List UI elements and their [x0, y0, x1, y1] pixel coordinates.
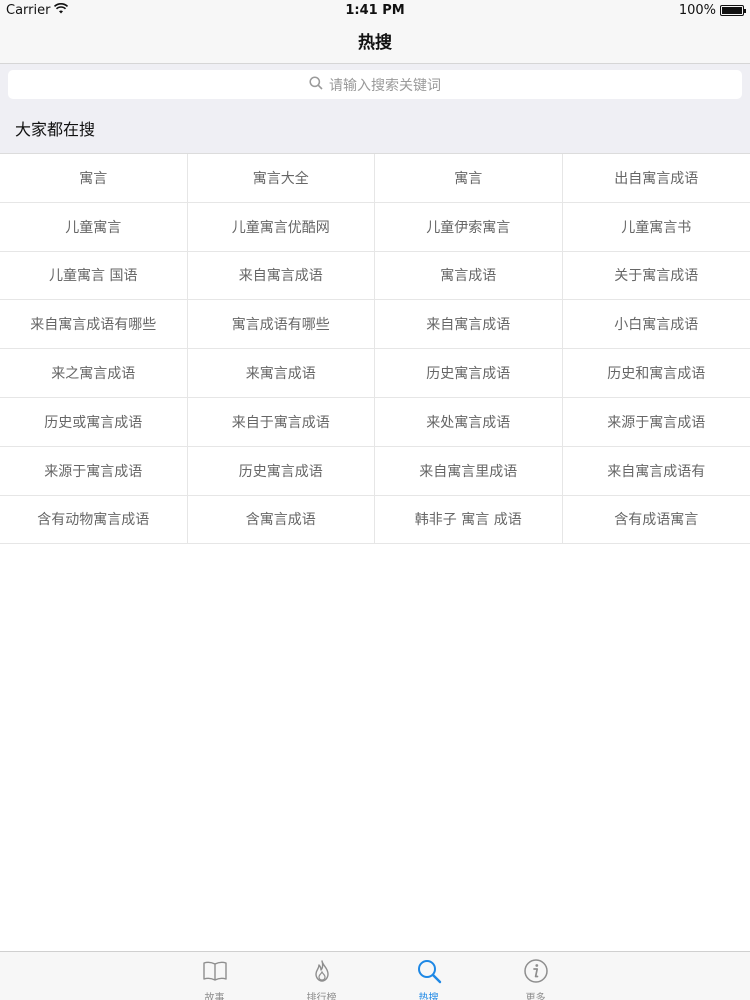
hot-term-cell[interactable]: 关于寓言成语 [562, 252, 750, 301]
tab-ranking[interactable]: 排行榜 [268, 952, 375, 1000]
search-placeholder: 请输入搜索关键词 [329, 77, 441, 94]
hot-term-cell[interactable]: 含有动物寓言成语 [0, 495, 188, 545]
tab-label: 排行榜 [306, 993, 337, 1000]
search-input[interactable]: 请输入搜索关键词 [8, 70, 742, 99]
hot-term-cell[interactable]: 含寓言成语 [187, 495, 375, 545]
tab-label: 故事 [204, 993, 225, 1000]
hot-term-cell[interactable]: 来处寓言成语 [375, 397, 563, 447]
info-icon [523, 958, 549, 989]
hot-term-cell[interactable]: 寓言 [375, 154, 563, 203]
search-icon [416, 958, 442, 989]
tab-hot-search[interactable]: 热搜 [375, 952, 482, 1000]
hot-term-cell[interactable]: 儿童寓言书 [562, 203, 750, 252]
battery-percent: 100% [678, 3, 716, 18]
status-time: 1:41 PM [345, 3, 405, 18]
section-header: 大家都在搜 [0, 106, 750, 154]
flame-icon [309, 958, 335, 989]
hot-term-cell[interactable]: 来寓言成语 [187, 349, 375, 398]
hot-term-cell[interactable]: 来源于寓言成语 [562, 398, 750, 447]
hot-term-cell[interactable]: 来自寓言成语 [375, 300, 563, 350]
hot-term-cell[interactable]: 儿童寓言 [0, 202, 188, 252]
hot-term-cell[interactable]: 含有成语寓言 [562, 496, 750, 545]
hot-term-cell[interactable]: 历史或寓言成语 [0, 397, 188, 447]
tab-stories[interactable]: 故事 [161, 952, 268, 1000]
hot-term-cell[interactable]: 来自寓言成语有哪些 [0, 300, 188, 350]
tab-more[interactable]: 更多 [482, 952, 589, 1000]
hot-term-cell[interactable]: 儿童寓言 国语 [0, 251, 188, 301]
hot-term-cell[interactable]: 来自寓言成语有 [562, 447, 750, 496]
hot-term-cell[interactable]: 寓言成语 [375, 251, 563, 301]
hot-term-cell[interactable]: 来自于寓言成语 [187, 397, 375, 447]
hot-term-cell[interactable]: 儿童伊索寓言 [375, 202, 563, 252]
hot-term-cell[interactable]: 历史寓言成语 [375, 349, 563, 398]
battery-icon [720, 5, 746, 16]
battery-info: 100% [678, 3, 746, 18]
section-title: 大家都在搜 [15, 120, 96, 139]
hot-term-cell[interactable]: 寓言大全 [187, 154, 375, 203]
navigation-bar: 热搜 [0, 22, 750, 64]
hot-term-cell[interactable]: 寓言 [0, 154, 188, 203]
hot-search-grid: 寓言 寓言大全 寓言 出自寓言成语 儿童寓言 儿童寓言优酷网 儿童伊索寓言 儿童… [0, 154, 750, 545]
hot-term-cell[interactable]: 历史寓言成语 [187, 446, 375, 496]
tab-label: 热搜 [418, 993, 439, 1000]
hot-term-cell[interactable]: 小白寓言成语 [562, 300, 750, 350]
search-icon [309, 75, 323, 94]
tab-bar: 故事 排行榜 热搜 更多 [0, 951, 750, 1000]
hot-term-cell[interactable]: 来源于寓言成语 [0, 446, 188, 496]
hot-term-cell[interactable]: 寓言成语有哪些 [187, 300, 375, 350]
hot-term-cell[interactable]: 儿童寓言优酷网 [187, 202, 375, 252]
hot-term-cell[interactable]: 出自寓言成语 [562, 154, 750, 203]
tab-label: 更多 [525, 993, 546, 1000]
hot-term-cell[interactable]: 历史和寓言成语 [562, 349, 750, 398]
status-bar: Carrier 1:41 PM 100% [0, 0, 750, 22]
search-area: 请输入搜索关键词 [0, 64, 750, 106]
hot-term-cell[interactable]: 来之寓言成语 [0, 349, 188, 398]
hot-term-cell[interactable]: 来自寓言成语 [187, 251, 375, 301]
hot-term-cell[interactable]: 韩非子 寓言 成语 [375, 495, 563, 545]
book-icon [202, 958, 228, 989]
hot-term-cell[interactable]: 来自寓言里成语 [375, 446, 563, 496]
page-title: 热搜 [358, 33, 392, 53]
